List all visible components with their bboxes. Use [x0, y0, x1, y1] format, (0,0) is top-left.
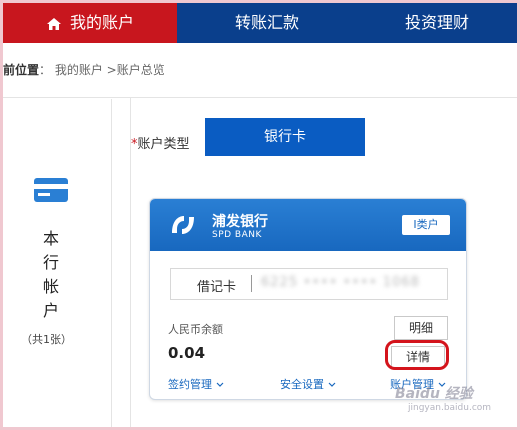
rmb-balance-value: 0.04: [168, 344, 206, 362]
sign-management-label: 签约管理: [168, 378, 212, 391]
local-accounts-title: 本 行 帐 户: [37, 227, 65, 323]
security-settings-label: 安全设置: [280, 378, 324, 391]
bank-card-type-button[interactable]: 银行卡: [205, 118, 365, 156]
divider: [111, 99, 112, 427]
title-char: 户: [42, 301, 59, 320]
bank-name: 浦发银行: [212, 214, 268, 230]
title-char: 行: [42, 253, 59, 272]
breadcrumb-colon: ：: [39, 63, 52, 77]
tab-transfer[interactable]: 转账汇款: [177, 3, 357, 43]
statement-button[interactable]: 明细: [394, 316, 448, 340]
account-category-panel[interactable]: 本 行 帐 户 （共1张）: [3, 99, 111, 427]
bank-card-header: 浦发银行 SPD BANK I类户: [150, 199, 466, 251]
divider: [3, 97, 517, 98]
bank-card-icon: [34, 178, 68, 202]
sign-management-link[interactable]: 签约管理: [168, 376, 224, 392]
separator: [251, 275, 252, 292]
account-type-text: 账户类型: [137, 137, 190, 152]
page-frame: 我的账户 转账汇款 投资理财 前位置： 我的账户 >账户总览 本 行 帐 户 （…: [3, 3, 517, 427]
card-number: 6225 •••• •••• 1068: [261, 275, 420, 290]
title-char: 本: [42, 229, 59, 248]
security-settings-link[interactable]: 安全设置: [280, 376, 336, 392]
breadcrumb-lead: 前位置: [3, 63, 40, 77]
bank-card-panel: 浦发银行 SPD BANK I类户 借记卡 6225 •••• •••• 106…: [149, 198, 467, 400]
account-count: （共1张）: [21, 333, 72, 346]
rmb-balance-label: 人民币余额: [168, 323, 223, 336]
watermark-url: jingyan.baidu.com: [408, 403, 492, 413]
chevron-down-icon: [216, 382, 223, 387]
breadcrumb: 前位置： 我的账户 >账户总览: [3, 61, 165, 78]
chevron-down-icon: [328, 382, 335, 387]
card-type-label: 借记卡: [197, 280, 237, 295]
card-number-box: 借记卡 6225 •••• •••• 1068: [170, 268, 448, 300]
account-class-badge: I类户: [402, 215, 450, 235]
home-icon: [46, 17, 61, 30]
highlight-circle: [385, 340, 449, 370]
tab-invest[interactable]: 投资理财: [357, 3, 517, 43]
title-char: 帐: [42, 277, 59, 296]
tab-my-account-label: 我的账户: [69, 13, 134, 32]
bank-name-en: SPD BANK: [212, 230, 262, 240]
spd-bank-logo-icon: [172, 216, 194, 234]
breadcrumb-path[interactable]: 我的账户 >账户总览: [55, 63, 165, 77]
account-type-label: *账户类型: [131, 133, 190, 152]
tab-my-account[interactable]: 我的账户: [3, 3, 177, 43]
watermark-logo: Baidu 经验: [395, 386, 473, 402]
top-nav: 我的账户 转账汇款 投资理财: [3, 3, 517, 43]
